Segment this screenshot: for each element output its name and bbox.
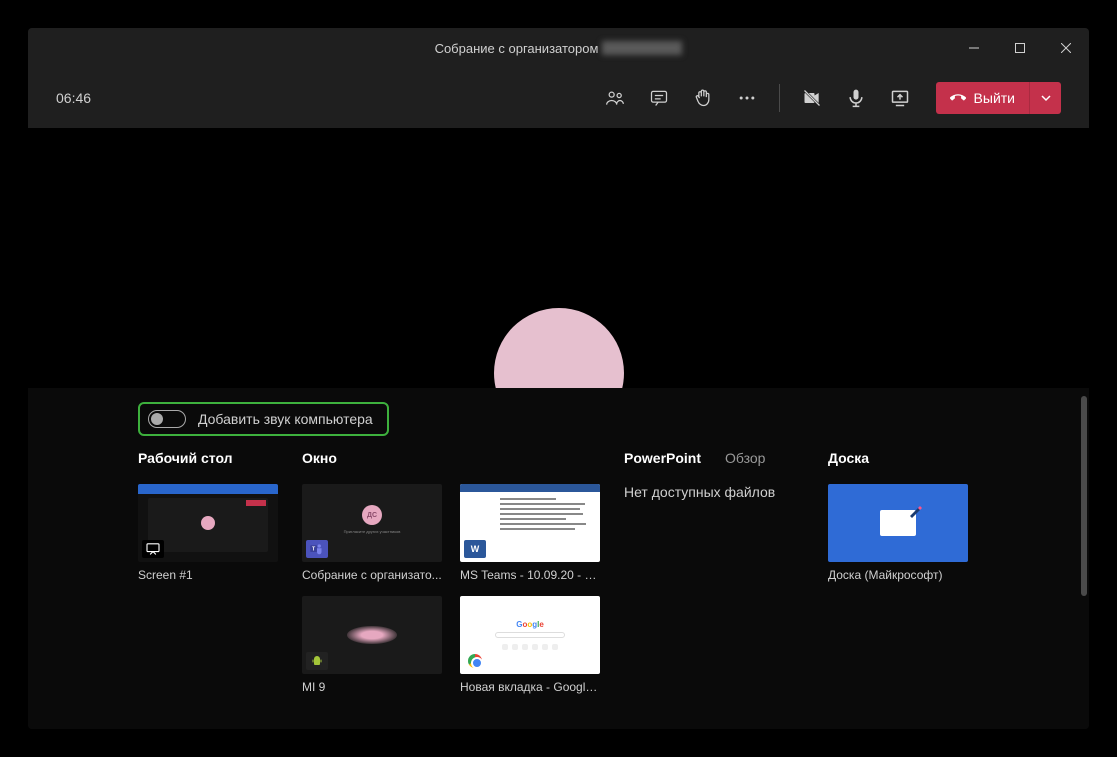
microphone-icon[interactable] (836, 78, 876, 118)
camera-off-icon[interactable] (792, 78, 832, 118)
include-computer-audio-toggle[interactable]: Добавить звук компьютера (138, 402, 389, 436)
thumb-label: Собрание с организато... (302, 568, 442, 582)
close-button[interactable] (1043, 28, 1089, 68)
meeting-toolbar: 06:46 Выйти (28, 68, 1089, 128)
share-option-microsoft-whiteboard[interactable]: Доска (Майкрософт) (828, 484, 968, 582)
section-powerpoint: PowerPoint Обзор Нет доступных файлов (624, 450, 804, 694)
raise-hand-icon[interactable] (683, 78, 723, 118)
thumb-label: MS Teams - 10.09.20 - 1... (460, 568, 600, 582)
android-app-icon (306, 652, 328, 670)
chat-icon[interactable] (639, 78, 679, 118)
toggle-switch[interactable] (148, 410, 186, 428)
share-option-screen-1[interactable]: Screen #1 (138, 484, 278, 582)
section-header-powerpoint: PowerPoint (624, 450, 701, 470)
thumb-label: Screen #1 (138, 568, 278, 582)
no-files-text: Нет доступных файлов (624, 484, 804, 500)
share-option-mi9[interactable]: MI 9 (302, 596, 442, 694)
participants-icon[interactable] (595, 78, 635, 118)
toolbar-divider (779, 84, 780, 112)
section-header-whiteboard: Доска (828, 450, 968, 470)
video-stage (28, 128, 1089, 388)
scrollbar[interactable] (1081, 396, 1087, 596)
section-header-window: Окно (302, 450, 600, 470)
share-tray: Добавить звук компьютера Рабочий стол Sc… (28, 388, 1089, 729)
leave-button[interactable]: Выйти (936, 82, 1029, 114)
share-option-chrome-tab[interactable]: Google Новая вкладка - Google... (460, 596, 600, 694)
section-whiteboard: Доска Доска (Майкрософт) (828, 450, 968, 694)
titlebar: Собрание с организатором (28, 28, 1089, 68)
browse-link[interactable]: Обзор (725, 450, 765, 470)
more-actions-icon[interactable] (727, 78, 767, 118)
leave-options-button[interactable] (1029, 82, 1061, 114)
word-app-icon: W (464, 540, 486, 558)
maximize-button[interactable] (997, 28, 1043, 68)
monitor-icon (142, 540, 164, 558)
share-option-teams-meeting[interactable]: ДСПригласите других участников T Собрани… (302, 484, 442, 582)
call-duration: 06:46 (56, 90, 91, 106)
share-option-word-doc[interactable]: W MS Teams - 10.09.20 - 1... (460, 484, 600, 582)
participant-avatar (494, 308, 624, 388)
teams-app-icon: T (306, 540, 328, 558)
minimize-button[interactable] (951, 28, 997, 68)
whiteboard-icon (880, 510, 916, 536)
section-header-desktop: Рабочий стол (138, 450, 278, 470)
organizer-name-blurred (602, 41, 682, 55)
section-window: Окно ДСПригласите других участников T Со… (302, 450, 600, 694)
share-screen-icon[interactable] (880, 78, 920, 118)
chrome-app-icon (464, 652, 486, 670)
window-title: Собрание с организатором (435, 41, 599, 56)
meeting-window: Собрание с организатором 06:46 Выйти (28, 28, 1089, 729)
thumb-label: Новая вкладка - Google... (460, 680, 600, 694)
thumb-label: MI 9 (302, 680, 442, 694)
section-desktop: Рабочий стол Screen #1 (138, 450, 278, 694)
thumb-label: Доска (Майкрософт) (828, 568, 968, 582)
